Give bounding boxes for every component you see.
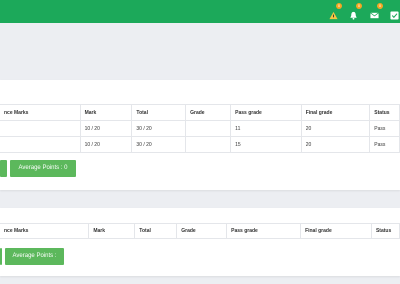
table-cell [185, 136, 232, 153]
warning-icon[interactable]: 0 [329, 3, 342, 20]
action-button[interactable] [0, 160, 7, 177]
table-row: 10 / 20 30 / 20 15 20 Pass [0, 136, 400, 153]
column-header: Grade [185, 104, 232, 121]
column-header: Total [134, 223, 178, 239]
average-points-button[interactable]: Average Points : [5, 248, 64, 265]
marks-table: nce Marks Mark Total Grade Pass grade Fi… [0, 104, 400, 153]
column-header: Final grade [300, 223, 372, 239]
table-cell: 20 [301, 120, 371, 137]
table-header-row: nce Marks Mark Total Grade Pass grade Fi… [0, 104, 400, 121]
marks-table-2: nce Marks Mark Total Grade Pass grade Fi… [0, 223, 400, 239]
column-header: nce Marks [0, 104, 81, 121]
average-points-button[interactable]: Average Points : 0 [10, 160, 76, 177]
top-navbar: 0 0 0 [0, 0, 400, 23]
table-cell: 10 / 20 [80, 120, 133, 137]
table-cell [0, 136, 81, 153]
table-cell [185, 120, 232, 137]
marks-card-2: nce Marks Mark Total Grade Pass grade Fi… [0, 208, 400, 276]
column-header: Total [131, 104, 187, 121]
mail-badge: 0 [377, 3, 383, 9]
table-cell: 15 [230, 136, 302, 153]
table-cell: 30 / 20 [131, 136, 187, 153]
table-cell: 11 [230, 120, 302, 137]
table-cell [0, 120, 81, 137]
marks-card: nce Marks Mark Total Grade Pass grade Fi… [0, 80, 400, 190]
table-cell: Pass [369, 120, 400, 137]
table-row: 10 / 20 30 / 20 11 20 Pass [0, 120, 400, 137]
table-cell: 30 / 20 [131, 120, 187, 137]
column-header: Mark [88, 223, 136, 239]
action-button[interactable] [0, 248, 2, 265]
column-header: Final grade [301, 104, 371, 121]
column-header: nce Marks [0, 223, 90, 239]
table-cell: 10 / 20 [80, 136, 133, 153]
bell-badge: 0 [356, 3, 362, 9]
bell-icon[interactable]: 0 [349, 3, 362, 20]
column-header: Mark [80, 104, 133, 121]
mail-icon[interactable]: 0 [370, 3, 383, 19]
warning-badge: 0 [336, 3, 342, 9]
table-cell: Pass [369, 136, 400, 153]
table-cell: 20 [301, 136, 371, 153]
column-header: Status [369, 104, 400, 121]
table-header-row: nce Marks Mark Total Grade Pass grade Fi… [0, 223, 400, 239]
column-header: Status [371, 223, 400, 239]
column-header: Pass grade [230, 104, 302, 121]
checkbox-icon[interactable] [390, 7, 399, 20]
column-header: Pass grade [226, 223, 302, 239]
column-header: Grade [176, 223, 228, 239]
